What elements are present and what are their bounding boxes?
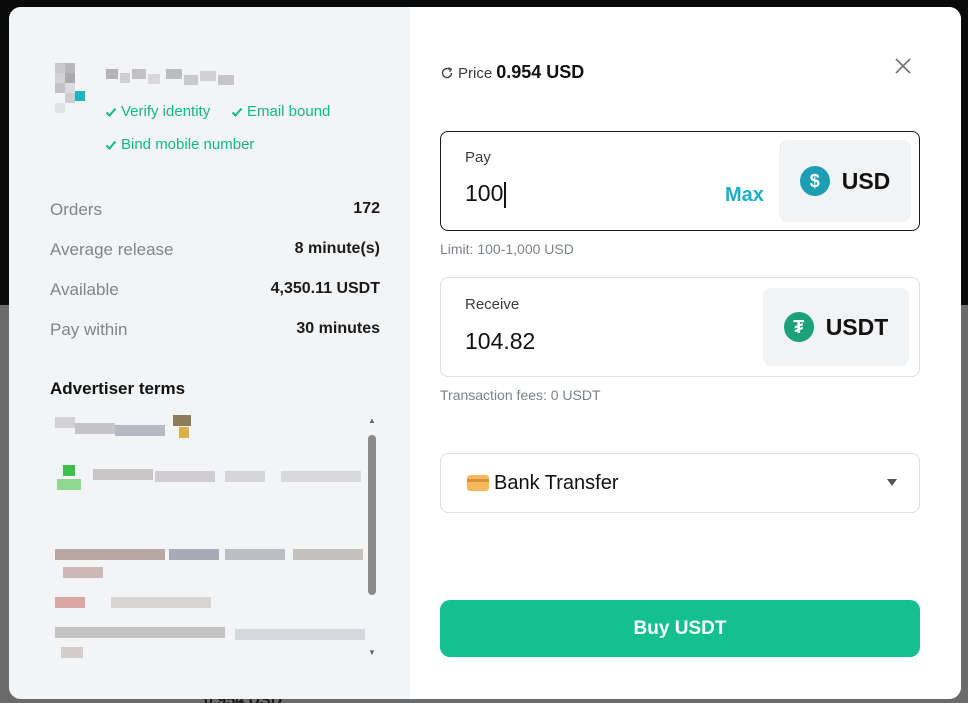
pay-currency-label: USD <box>841 167 891 194</box>
receive-label: Receive <box>465 296 520 313</box>
fees-text: Transaction fees: 0 USDT <box>440 387 601 403</box>
advertiser-panel: Verify identity Email bound Bind mobile … <box>9 7 410 699</box>
max-button[interactable]: Max <box>725 184 764 207</box>
scrollbar-thumb[interactable] <box>368 435 376 595</box>
pay-input[interactable]: 100 <box>465 180 506 208</box>
terms-scrollbar[interactable]: ▲ ▼ <box>367 417 377 657</box>
chevron-down-icon <box>887 479 897 486</box>
buy-order-modal: Verify identity Email bound Bind mobile … <box>9 7 961 699</box>
refresh-icon[interactable] <box>440 66 454 80</box>
bind-mobile-badge: Bind mobile number <box>105 136 254 153</box>
stat-row-available: Available 4,350.11 USDT <box>50 280 380 299</box>
check-icon <box>105 140 117 150</box>
stat-row-pay-within: Pay within 30 minutes <box>50 320 380 339</box>
receive-currency-selector[interactable]: ₮ USDT <box>763 288 909 366</box>
email-bound-badge: Email bound <box>231 103 330 120</box>
limit-text: Limit: 100-1,000 USD <box>440 241 574 257</box>
payment-method-select[interactable]: Bank Transfer <box>440 453 920 513</box>
dollar-coin-icon: $ <box>799 166 830 196</box>
text-caret <box>504 181 506 208</box>
scroll-up-arrow-icon[interactable]: ▲ <box>367 417 377 425</box>
pay-currency-selector[interactable]: $ USD <box>779 140 911 222</box>
price-label: Price <box>458 65 493 82</box>
stat-row-average-release: Average release 8 minute(s) <box>50 240 380 259</box>
advertiser-terms-title: Advertiser terms <box>50 379 186 398</box>
receive-currency-label: USDT <box>825 313 889 340</box>
payment-method-label: Bank Transfer <box>494 471 619 494</box>
advertiser-name-blurred <box>106 69 236 91</box>
advertiser-stats: Orders 172 Average release 8 minute(s) A… <box>50 200 380 360</box>
advertiser-terms-blurred <box>45 411 381 661</box>
pay-label: Pay <box>465 149 491 166</box>
pay-amount-field[interactable]: Pay 100 Max $ USD <box>440 131 920 231</box>
receive-input[interactable]: 104.82 <box>465 328 535 355</box>
price-display: Price 0.954 USD <box>440 62 584 83</box>
receive-amount-field[interactable]: Receive 104.82 ₮ USDT <box>440 277 920 377</box>
check-icon <box>105 107 117 117</box>
verify-identity-badge: Verify identity <box>105 103 210 120</box>
price-value: 0.954 USD <box>496 62 585 82</box>
stat-row-orders: Orders 172 <box>50 200 380 219</box>
scroll-down-arrow-icon[interactable]: ▼ <box>367 649 377 657</box>
buy-usdt-button[interactable]: Buy USDT <box>440 600 920 657</box>
close-icon[interactable] <box>891 54 915 78</box>
bank-card-icon <box>467 475 489 491</box>
order-form-panel: Price 0.954 USD Pay 100 Max $ USD Limit:… <box>410 7 961 699</box>
avatar <box>55 63 85 113</box>
tether-coin-icon: ₮ <box>783 312 814 342</box>
check-icon <box>231 107 243 117</box>
